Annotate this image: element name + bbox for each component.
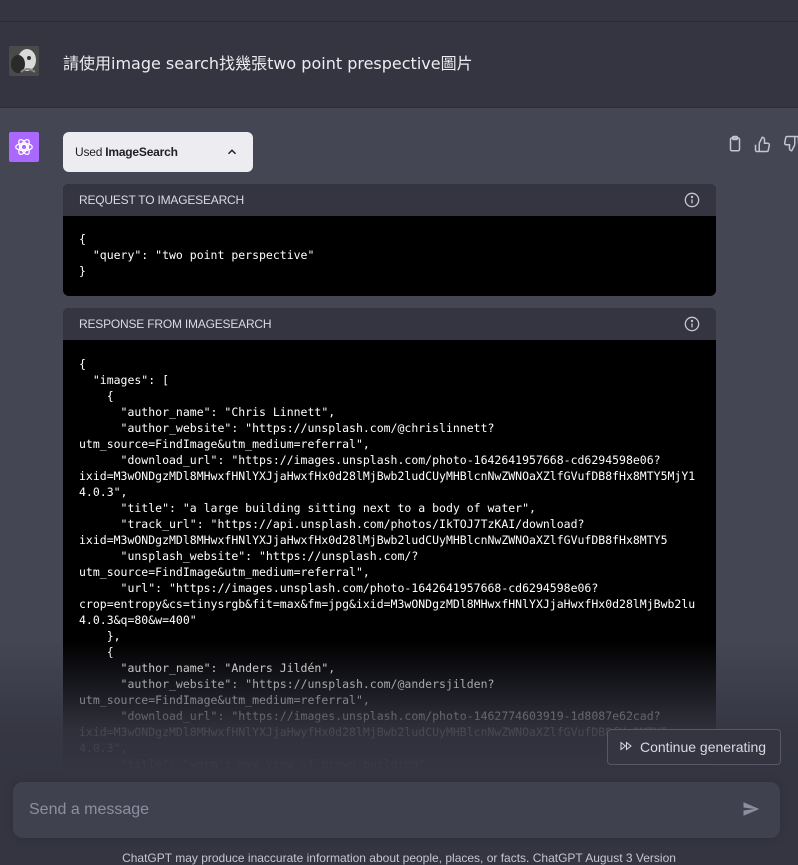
response-panel-title: RESPONSE FROM IMAGESEARCH xyxy=(79,317,272,331)
user-message-text: 請使用image search找幾張two point prespective圖… xyxy=(63,54,473,73)
continue-generating-button[interactable]: Continue generating xyxy=(607,729,781,765)
info-icon[interactable] xyxy=(684,316,700,335)
info-icon[interactable] xyxy=(684,192,700,211)
response-panel: RESPONSE FROM IMAGESEARCH { "images": [ … xyxy=(63,308,716,778)
message-input[interactable] xyxy=(29,798,719,822)
send-icon[interactable] xyxy=(742,800,762,820)
request-panel-title: REQUEST TO IMAGESEARCH xyxy=(79,193,244,207)
user-avatar xyxy=(9,46,39,76)
request-code: { "query": "two point perspective" } xyxy=(79,232,315,278)
clipboard-icon[interactable] xyxy=(726,135,744,153)
response-code: { "images": [ { "author_name": "Chris Li… xyxy=(79,357,696,778)
request-panel: REQUEST TO IMAGESEARCH { "query": "two p… xyxy=(63,184,716,296)
plugin-toggle-button[interactable]: Used ImageSearch xyxy=(63,132,253,172)
thumbs-up-icon[interactable] xyxy=(754,135,772,153)
chatgpt-logo-icon xyxy=(9,132,39,162)
thumbs-down-icon[interactable] xyxy=(782,135,798,153)
message-actions xyxy=(726,135,798,153)
fast-forward-icon xyxy=(620,739,632,755)
chevron-up-icon xyxy=(225,145,239,162)
user-message-row: 請使用image search找幾張two point prespective圖… xyxy=(0,22,798,108)
top-strip xyxy=(0,0,798,22)
plugin-name: ImageSearch xyxy=(105,145,178,159)
request-panel-header: REQUEST TO IMAGESEARCH xyxy=(63,184,716,216)
message-composer xyxy=(13,782,780,838)
response-panel-header: RESPONSE FROM IMAGESEARCH xyxy=(63,308,716,340)
continue-generating-label: Continue generating xyxy=(640,739,767,755)
plugin-used-label: Used xyxy=(75,145,103,159)
